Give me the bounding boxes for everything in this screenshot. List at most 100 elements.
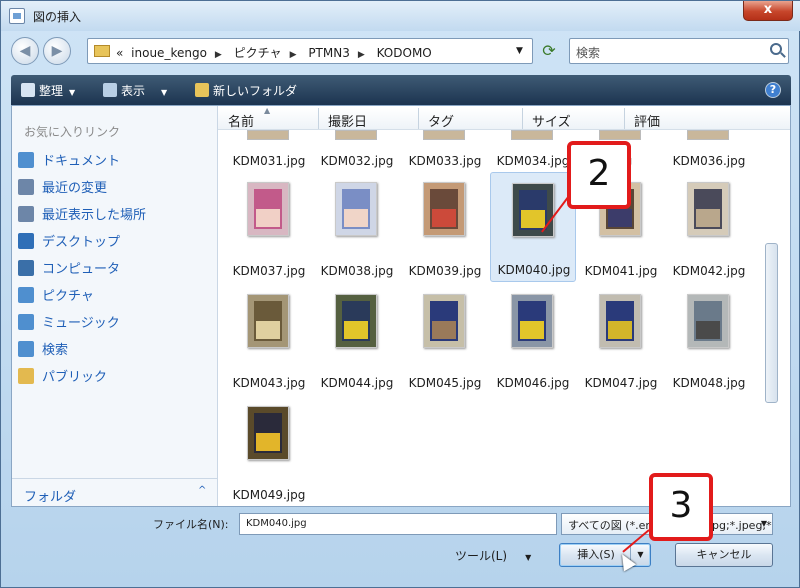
sidebar-item-documents[interactable]: ドキュメント bbox=[18, 150, 120, 172]
sidebar-item-label: コンピュータ bbox=[42, 262, 121, 277]
file-tile[interactable]: KDM049.jpg bbox=[226, 396, 312, 506]
sidebar-item-label: ドキュメント bbox=[42, 154, 121, 169]
folders-toggle[interactable]: フォルダ ^ bbox=[12, 478, 217, 506]
command-toolbar: 整理 ▼ 表示 ▼ 新しいフォルダ ? bbox=[11, 75, 791, 105]
back-button[interactable]: ◀ bbox=[11, 37, 39, 65]
column-name[interactable]: 名前 bbox=[228, 111, 254, 130]
search-box[interactable]: 検索 bbox=[569, 38, 789, 64]
forward-button[interactable]: ▶ bbox=[43, 37, 71, 65]
file-tile[interactable]: KDM044.jpg bbox=[314, 284, 400, 394]
file-tile[interactable]: KDM038.jpg bbox=[314, 172, 400, 282]
sidebar-item-recent-changes[interactable]: 最近の変更 bbox=[18, 177, 107, 199]
thumbnail bbox=[423, 130, 465, 140]
thumbnail-detail bbox=[521, 210, 545, 228]
file-list: 名前 ▲ 撮影日 タグ サイズ 評価 KDM031.jpg KDM032.jpg K… bbox=[218, 106, 790, 506]
file-name: KDM036.jpg bbox=[672, 154, 746, 168]
dialog-body: お気に入りリンク ドキュメント最近の変更最近表示した場所デスクトップコンピュータ… bbox=[11, 105, 791, 507]
file-tile[interactable]: KDM047.jpg bbox=[578, 284, 664, 394]
thumbnail bbox=[511, 294, 553, 348]
sidebar-item-desktop[interactable]: デスクトップ bbox=[18, 231, 120, 253]
thumbnail-detail bbox=[344, 321, 368, 339]
address-row: ◀ ▶ « inoue_kengo ▶ ピクチャ ▶ PTMN3 ▶ KODOMO ▼… bbox=[1, 31, 800, 71]
thumbnail bbox=[247, 130, 289, 140]
file-tile[interactable]: KDM034.jpg bbox=[490, 130, 576, 170]
breadcrumb-kodomo[interactable]: KODOMO bbox=[377, 46, 432, 60]
breadcrumb-overflow[interactable]: « bbox=[116, 46, 123, 60]
chevron-down-icon: ▼ bbox=[525, 553, 532, 562]
sidebar-item-computer[interactable]: コンピュータ bbox=[18, 258, 120, 280]
sidebar-item-music[interactable]: ミュージック bbox=[18, 312, 120, 334]
insert-label: 挿入(S) bbox=[577, 548, 615, 561]
cancel-button[interactable]: キャンセル bbox=[675, 543, 773, 567]
thumbnail bbox=[512, 183, 554, 237]
column-divider[interactable] bbox=[418, 108, 419, 129]
organize-button[interactable]: 整理 ▼ bbox=[21, 82, 75, 99]
column-tags[interactable]: タグ bbox=[428, 111, 454, 130]
file-tile[interactable]: KDM039.jpg bbox=[402, 172, 488, 282]
sidebar-item-pictures[interactable]: ピクチャ bbox=[18, 285, 94, 307]
thumbnail bbox=[687, 182, 729, 236]
file-name: KDM049.jpg bbox=[232, 488, 306, 502]
close-button[interactable]: x bbox=[743, 1, 793, 21]
file-tile[interactable]: KDM040.jpg bbox=[490, 172, 576, 282]
file-tile[interactable]: KDM045.jpg bbox=[402, 284, 488, 394]
breadcrumb-separator-icon[interactable]: ▶ bbox=[358, 50, 365, 60]
column-rating[interactable]: 評価 bbox=[634, 111, 660, 130]
filename-input[interactable]: KDM040.jpg bbox=[239, 513, 557, 535]
public-folder-icon bbox=[18, 368, 34, 384]
file-tile[interactable]: KDM046.jpg bbox=[490, 284, 576, 394]
column-size[interactable]: サイズ bbox=[532, 111, 571, 130]
thumbnail-detail bbox=[256, 433, 280, 451]
thumbnail bbox=[247, 406, 289, 460]
desktop-icon bbox=[18, 233, 34, 249]
file-tile[interactable]: KDM042.jpg bbox=[666, 172, 752, 282]
file-tile[interactable]: KDM043.jpg bbox=[226, 284, 312, 394]
search-input[interactable]: 検索 bbox=[576, 44, 600, 61]
navigation-pane: お気に入りリンク ドキュメント最近の変更最近表示した場所デスクトップコンピュータ… bbox=[12, 106, 218, 506]
views-button[interactable]: 表示 ▼ bbox=[103, 82, 167, 99]
breadcrumb-pictures[interactable]: ピクチャ bbox=[234, 44, 282, 61]
file-tile[interactable]: KDM048.jpg bbox=[666, 284, 752, 394]
file-tile[interactable]: KDM032.jpg bbox=[314, 130, 400, 170]
column-divider[interactable] bbox=[318, 108, 319, 129]
sidebar-item-recent-places[interactable]: 最近表示した場所 bbox=[18, 204, 146, 226]
file-tile[interactable]: KDM037.jpg bbox=[226, 172, 312, 282]
scrollbar-thumb[interactable] bbox=[765, 243, 778, 403]
file-tile[interactable]: KDM033.jpg bbox=[402, 130, 488, 170]
column-date-taken[interactable]: 撮影日 bbox=[328, 111, 367, 130]
thumbnail bbox=[335, 182, 377, 236]
thumbnail-detail bbox=[432, 321, 456, 339]
search-icon[interactable] bbox=[770, 43, 782, 55]
column-headers: 名前 ▲ 撮影日 タグ サイズ 評価 bbox=[218, 106, 790, 130]
views-label: 表示 bbox=[121, 84, 146, 98]
views-dropdown-icon[interactable]: ▼ bbox=[161, 88, 167, 97]
file-name: KDM032.jpg bbox=[320, 154, 394, 168]
address-bar[interactable]: « inoue_kengo ▶ ピクチャ ▶ PTMN3 ▶ KODOMO ▼ bbox=[87, 38, 533, 64]
breadcrumb-separator-icon[interactable]: ▶ bbox=[290, 50, 297, 60]
tools-menu[interactable]: ツール(L) ▼ bbox=[455, 547, 531, 564]
favorites-header: お気に入りリンク bbox=[24, 125, 121, 139]
title-bar[interactable]: 図の挿入 x bbox=[1, 1, 800, 31]
breadcrumb-ptmn3[interactable]: PTMN3 bbox=[308, 46, 350, 60]
help-icon[interactable]: ? bbox=[765, 82, 781, 98]
file-tile[interactable]: KDM036.jpg bbox=[666, 130, 752, 170]
address-dropdown-icon[interactable]: ▼ bbox=[516, 46, 523, 56]
file-name: KDM042.jpg bbox=[672, 264, 746, 278]
sidebar-item-label: 最近表示した場所 bbox=[42, 208, 147, 223]
thumbnail-detail bbox=[520, 321, 544, 339]
new-folder-button[interactable]: 新しいフォルダ bbox=[195, 82, 297, 99]
file-tile[interactable]: KDM031.jpg bbox=[226, 130, 312, 170]
breadcrumb-inoue-kengo[interactable]: inoue_kengo bbox=[131, 46, 207, 60]
column-divider[interactable] bbox=[522, 108, 523, 129]
sidebar-item-search-folder[interactable]: 検索 bbox=[18, 339, 68, 361]
refresh-button[interactable]: ⟳ bbox=[537, 39, 561, 63]
breadcrumb-separator-icon[interactable]: ▶ bbox=[215, 50, 222, 60]
column-divider[interactable] bbox=[624, 108, 625, 129]
callout-step-3: 3 bbox=[649, 473, 713, 541]
window-title: 図の挿入 bbox=[33, 10, 82, 24]
insert-button[interactable]: 挿入(S) ▼ bbox=[559, 543, 651, 567]
organize-icon bbox=[21, 83, 35, 97]
organize-dropdown-icon: ▼ bbox=[69, 88, 76, 97]
file-name: KDM040.jpg bbox=[497, 263, 571, 277]
sidebar-item-public-folder[interactable]: パブリック bbox=[18, 366, 107, 388]
